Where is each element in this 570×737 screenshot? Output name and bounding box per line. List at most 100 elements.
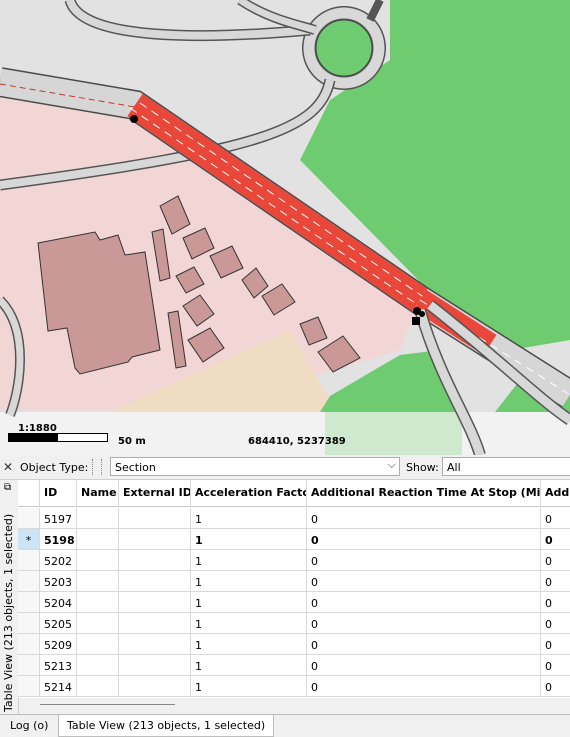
cell-addi[interactable]: 0 bbox=[541, 613, 570, 634]
cell-external-id[interactable] bbox=[119, 655, 191, 676]
row-marker[interactable] bbox=[18, 634, 40, 655]
cell-external-id[interactable] bbox=[119, 550, 191, 571]
table-header-row: ID Name External ID Acceleration Factor … bbox=[18, 480, 570, 507]
cell-addi[interactable]: 0 bbox=[541, 529, 570, 550]
close-icon[interactable]: ✕ bbox=[3, 460, 13, 474]
coordinates-readout: 684410, 5237389 bbox=[248, 436, 346, 447]
tab-table-view[interactable]: Table View (213 objects, 1 selected) bbox=[58, 715, 275, 737]
cell-id[interactable]: 5203 bbox=[40, 571, 77, 592]
row-marker[interactable] bbox=[18, 655, 40, 676]
cell-acceleration-factor[interactable]: 1 bbox=[191, 592, 307, 613]
cell-acceleration-factor[interactable]: 1 bbox=[191, 550, 307, 571]
cell-external-id[interactable] bbox=[119, 529, 191, 550]
cell-name[interactable] bbox=[77, 508, 119, 529]
column-header-id[interactable]: ID bbox=[40, 480, 77, 507]
row-header-corner bbox=[18, 480, 40, 507]
cell-addi[interactable]: 0 bbox=[541, 676, 570, 697]
cell-id[interactable]: 5204 bbox=[40, 592, 77, 613]
cell-id[interactable]: 5205 bbox=[40, 613, 77, 634]
map-canvas[interactable] bbox=[0, 0, 570, 455]
column-header-addi[interactable]: Addi bbox=[541, 480, 570, 507]
table-row[interactable]: 5203 1 0 0 bbox=[18, 571, 570, 592]
cell-reaction-time[interactable]: 0 bbox=[307, 508, 541, 529]
column-header-external-id[interactable]: External ID bbox=[119, 480, 191, 507]
row-marker[interactable] bbox=[18, 592, 40, 613]
cell-external-id[interactable] bbox=[119, 571, 191, 592]
table-row[interactable]: 5205 1 0 0 bbox=[18, 613, 570, 634]
cell-addi[interactable]: 0 bbox=[541, 550, 570, 571]
cell-acceleration-factor[interactable]: 1 bbox=[191, 529, 307, 550]
cell-id[interactable]: 5198 bbox=[40, 529, 77, 550]
cell-reaction-time[interactable]: 0 bbox=[307, 634, 541, 655]
cell-acceleration-factor[interactable]: 1 bbox=[191, 655, 307, 676]
tab-log[interactable]: Log (o) bbox=[2, 715, 56, 737]
cell-id[interactable]: 5202 bbox=[40, 550, 77, 571]
show-value: All bbox=[447, 461, 461, 474]
table-row[interactable]: * 5198 1 0 0 bbox=[18, 529, 570, 550]
object-type-select[interactable]: Section ⌵ bbox=[110, 457, 400, 476]
cell-reaction-time[interactable]: 0 bbox=[307, 571, 541, 592]
row-marker[interactable] bbox=[18, 508, 40, 529]
row-marker[interactable] bbox=[18, 613, 40, 634]
row-marker[interactable]: * bbox=[18, 529, 40, 550]
cell-external-id[interactable] bbox=[119, 592, 191, 613]
cell-addi[interactable]: 0 bbox=[541, 655, 570, 676]
object-type-label: Object Type: bbox=[20, 461, 89, 474]
cell-id[interactable]: 5209 bbox=[40, 634, 77, 655]
cell-external-id[interactable] bbox=[119, 634, 191, 655]
row-marker[interactable] bbox=[18, 550, 40, 571]
column-header-acceleration-factor[interactable]: Acceleration Factor bbox=[191, 480, 307, 507]
table-row[interactable]: 5213 1 0 0 bbox=[18, 655, 570, 676]
cell-reaction-time[interactable]: 0 bbox=[307, 592, 541, 613]
cell-addi[interactable]: 0 bbox=[541, 508, 570, 529]
table-row[interactable]: 5197 1 0 0 bbox=[18, 508, 570, 529]
cell-acceleration-factor[interactable]: 1 bbox=[191, 508, 307, 529]
cell-external-id[interactable] bbox=[119, 508, 191, 529]
cell-name[interactable] bbox=[77, 676, 119, 697]
column-header-name[interactable]: Name bbox=[77, 480, 119, 507]
cell-id[interactable]: 5213 bbox=[40, 655, 77, 676]
cell-external-id[interactable] bbox=[119, 676, 191, 697]
cell-name[interactable] bbox=[77, 592, 119, 613]
cell-reaction-time[interactable]: 0 bbox=[307, 676, 541, 697]
show-label: Show: bbox=[406, 461, 439, 474]
cell-acceleration-factor[interactable]: 1 bbox=[191, 613, 307, 634]
cell-addi[interactable]: 0 bbox=[541, 634, 570, 655]
cell-addi[interactable]: 0 bbox=[541, 592, 570, 613]
show-select[interactable]: All bbox=[442, 457, 570, 476]
cell-name[interactable] bbox=[77, 529, 119, 550]
table-row[interactable]: 5204 1 0 0 bbox=[18, 592, 570, 613]
cell-name[interactable] bbox=[77, 655, 119, 676]
cell-id[interactable]: 5197 bbox=[40, 508, 77, 529]
horizontal-scrollbar[interactable] bbox=[40, 704, 175, 705]
cell-name[interactable] bbox=[77, 613, 119, 634]
cell-id[interactable]: 5214 bbox=[40, 676, 77, 697]
drag-handle[interactable] bbox=[92, 459, 102, 475]
cell-name[interactable] bbox=[77, 550, 119, 571]
cell-external-id[interactable] bbox=[119, 613, 191, 634]
table-row[interactable]: 5214 1 0 0 bbox=[18, 676, 570, 697]
cell-reaction-time[interactable]: 0 bbox=[307, 550, 541, 571]
cell-name[interactable] bbox=[77, 571, 119, 592]
data-table[interactable]: ID Name External ID Acceleration Factor … bbox=[18, 480, 570, 698]
table-row[interactable]: 5209 1 0 0 bbox=[18, 634, 570, 655]
cell-reaction-time[interactable]: 0 bbox=[307, 613, 541, 634]
column-header-reaction-time[interactable]: Additional Reaction Time At Stop (Micro) bbox=[307, 480, 541, 507]
cell-reaction-time[interactable]: 0 bbox=[307, 655, 541, 676]
cell-name[interactable] bbox=[77, 634, 119, 655]
scale-distance: 50 m bbox=[118, 436, 146, 447]
cell-addi[interactable]: 0 bbox=[541, 571, 570, 592]
side-panel: ⧉ Table View (213 objects, 1 selected) bbox=[0, 480, 19, 714]
row-marker[interactable] bbox=[18, 676, 40, 697]
cell-acceleration-factor[interactable]: 1 bbox=[191, 676, 307, 697]
map-view[interactable]: 1:1880 50 m 684410, 5237389 bbox=[0, 0, 570, 455]
table-row[interactable]: 5202 1 0 0 bbox=[18, 550, 570, 571]
cell-reaction-time[interactable]: 0 bbox=[307, 529, 541, 550]
cell-acceleration-factor[interactable]: 1 bbox=[191, 571, 307, 592]
restore-icon[interactable]: ⧉ bbox=[4, 482, 11, 493]
object-type-value: Section bbox=[115, 461, 156, 474]
chevron-down-icon: ⌵ bbox=[387, 458, 396, 471]
bottom-tab-bar: Log (o) Table View (213 objects, 1 selec… bbox=[0, 714, 570, 737]
row-marker[interactable] bbox=[18, 571, 40, 592]
cell-acceleration-factor[interactable]: 1 bbox=[191, 634, 307, 655]
